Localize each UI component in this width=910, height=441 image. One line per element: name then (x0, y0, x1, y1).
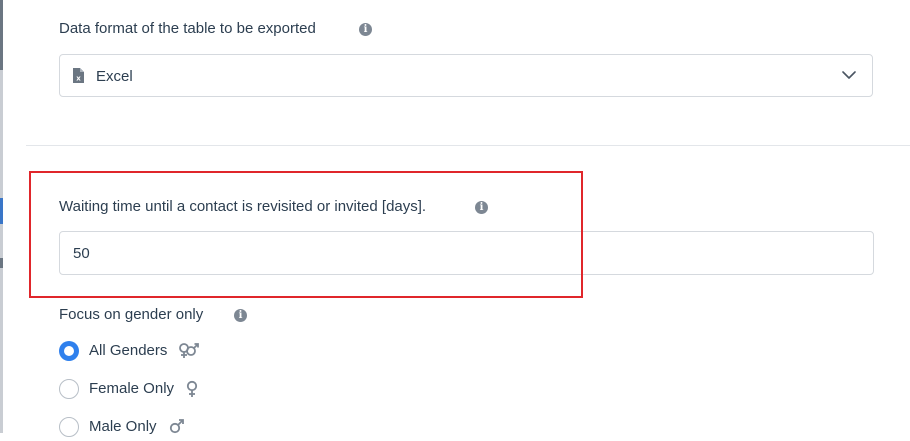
gender-focus-label: Focus on gender only (59, 306, 204, 323)
left-panel-mark (0, 0, 3, 70)
export-format-label: Data format of the table to be exported (59, 20, 316, 37)
radio-label: All Genders (89, 342, 168, 359)
female-icon (186, 380, 198, 397)
info-icon[interactable]: i (234, 309, 247, 322)
radio-button[interactable] (59, 417, 79, 437)
left-panel-edge (0, 0, 3, 433)
radio-label: Male Only (89, 418, 157, 435)
radio-label: Female Only (89, 380, 175, 397)
all-genders-icon (179, 343, 199, 358)
radio-button[interactable] (59, 379, 79, 399)
section-divider (26, 145, 910, 146)
svg-text:x: x (76, 75, 81, 83)
info-icon[interactable]: i (475, 201, 488, 214)
waiting-time-label: Waiting time until a contact is revisite… (59, 198, 427, 215)
export-format-value: Excel (96, 68, 133, 85)
excel-file-icon: x (73, 68, 84, 83)
left-panel-mark-small (0, 258, 3, 268)
radio-button-checked[interactable] (59, 341, 79, 361)
info-icon[interactable]: i (359, 23, 372, 36)
waiting-time-input[interactable] (59, 231, 874, 275)
left-panel-mark-active (0, 198, 3, 224)
chevron-down-icon[interactable] (842, 70, 856, 80)
export-format-select[interactable]: x Excel (59, 54, 873, 97)
male-icon (169, 419, 184, 434)
